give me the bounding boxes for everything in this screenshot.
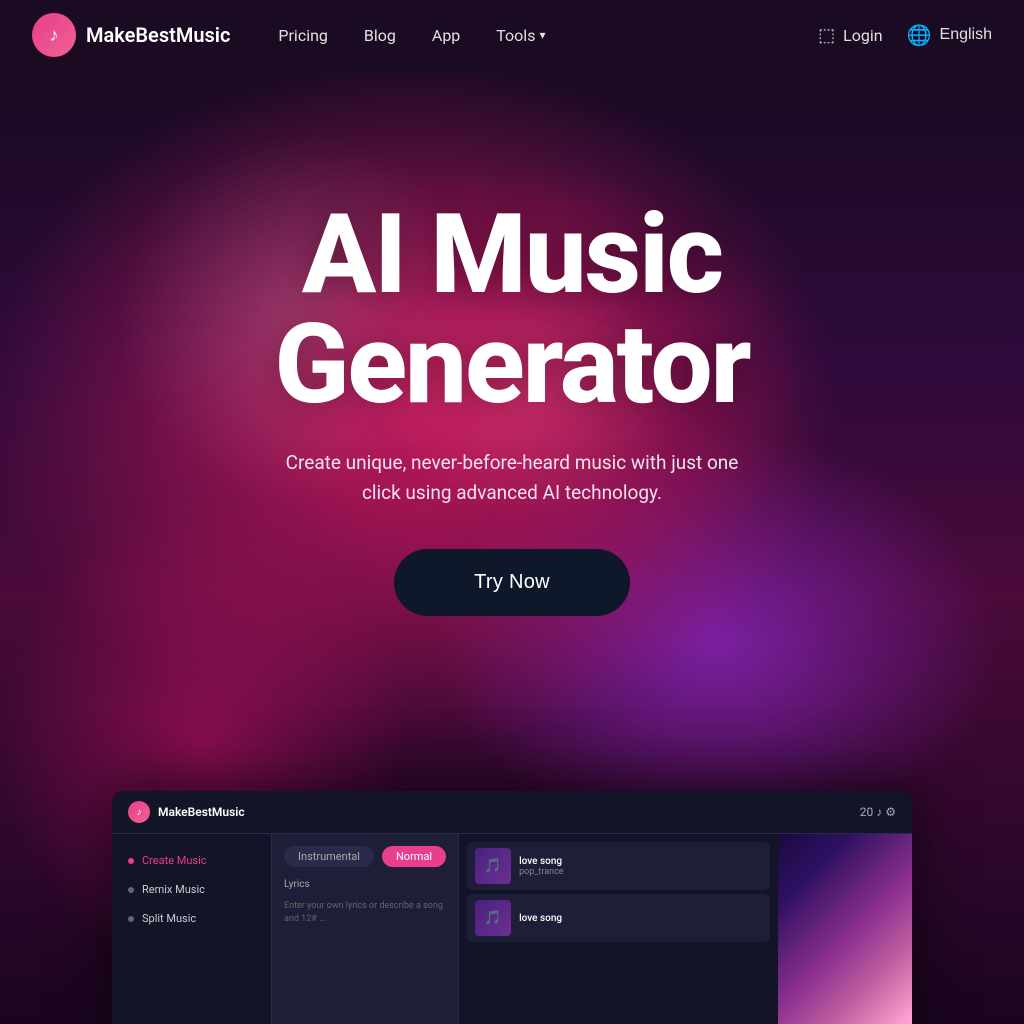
nav-links: Pricing Blog App Tools ▾: [278, 26, 818, 45]
login-icon: ⬚: [818, 25, 835, 46]
sidebar-dot-icon: [128, 858, 134, 864]
logo-text: MakeBestMusic: [86, 23, 230, 47]
app-main: Instrumental Normal Lyrics Enter your ow…: [272, 834, 458, 1024]
song-name: love song: [519, 913, 762, 924]
app-logo-name: MakeBestMusic: [158, 805, 245, 819]
sidebar-dot-icon: [128, 916, 134, 922]
nav-pricing[interactable]: Pricing: [278, 26, 328, 45]
app-right-panel: 🎵 love song pop_trance 🎵 love song: [458, 834, 778, 1024]
song-genre: pop_trance: [519, 867, 762, 877]
sidebar-split-music[interactable]: Split Music: [112, 904, 271, 933]
login-button[interactable]: ⬚ Login: [818, 25, 882, 46]
sidebar-remix-music[interactable]: Remix Music: [112, 875, 271, 904]
app-preview: ♪ MakeBestMusic 20 ♪ ⚙ Create Music: [112, 791, 912, 1024]
try-now-button[interactable]: Try Now: [394, 549, 630, 616]
nav-tools[interactable]: Tools ▾: [496, 26, 545, 45]
hero-title: AI Music Generator: [274, 200, 749, 420]
sidebar-create-music[interactable]: Create Music: [112, 846, 271, 875]
hero-content: AI Music Generator Create unique, never-…: [272, 200, 752, 616]
navbar: ♪ MakeBestMusic Pricing Blog App Tools ▾…: [0, 0, 1024, 70]
nebula-image: [778, 834, 912, 1024]
app-logo-icon: ♪: [128, 801, 150, 823]
tab-normal[interactable]: Normal: [382, 846, 446, 867]
app-body: Create Music Remix Music Split Music Ins…: [112, 834, 912, 1024]
song-thumbnail: 🎵: [475, 900, 511, 936]
song-thumbnail: 🎵: [475, 848, 511, 884]
nav-right: ⬚ Login 🌐 English: [818, 23, 992, 48]
app-logo-area: ♪ MakeBestMusic: [128, 801, 245, 823]
language-button[interactable]: 🌐 English: [907, 23, 992, 48]
app-window: ♪ MakeBestMusic 20 ♪ ⚙ Create Music: [112, 791, 912, 1024]
field-label: Lyrics: [284, 879, 446, 890]
song-name: love song: [519, 856, 762, 867]
globe-icon: 🌐: [907, 23, 932, 48]
logo-icon: ♪: [32, 13, 76, 57]
list-item[interactable]: 🎵 love song: [467, 894, 770, 942]
hero-subtitle: Create unique, never-before-heard music …: [272, 448, 752, 509]
nav-app[interactable]: App: [432, 26, 460, 45]
song-list: 🎵 love song pop_trance 🎵 love song: [459, 834, 778, 954]
list-item[interactable]: 🎵 love song pop_trance: [467, 842, 770, 890]
hero-section: AI Music Generator Create unique, never-…: [0, 70, 1024, 1024]
chevron-down-icon: ▾: [539, 28, 545, 42]
app-titlebar: ♪ MakeBestMusic 20 ♪ ⚙: [112, 791, 912, 834]
nav-blog[interactable]: Blog: [364, 26, 396, 45]
logo-link[interactable]: ♪ MakeBestMusic: [32, 13, 230, 57]
app-titlebar-controls: 20 ♪ ⚙: [860, 805, 896, 819]
song-info: love song: [519, 913, 762, 924]
tab-instrumental[interactable]: Instrumental: [284, 846, 374, 867]
sidebar-dot-icon: [128, 887, 134, 893]
app-sidebar: Create Music Remix Music Split Music: [112, 834, 272, 1024]
app-tabs: Instrumental Normal: [284, 846, 446, 867]
song-info: love song pop_trance: [519, 856, 762, 877]
field-description: Enter your own lyrics or describe a song…: [284, 900, 446, 925]
